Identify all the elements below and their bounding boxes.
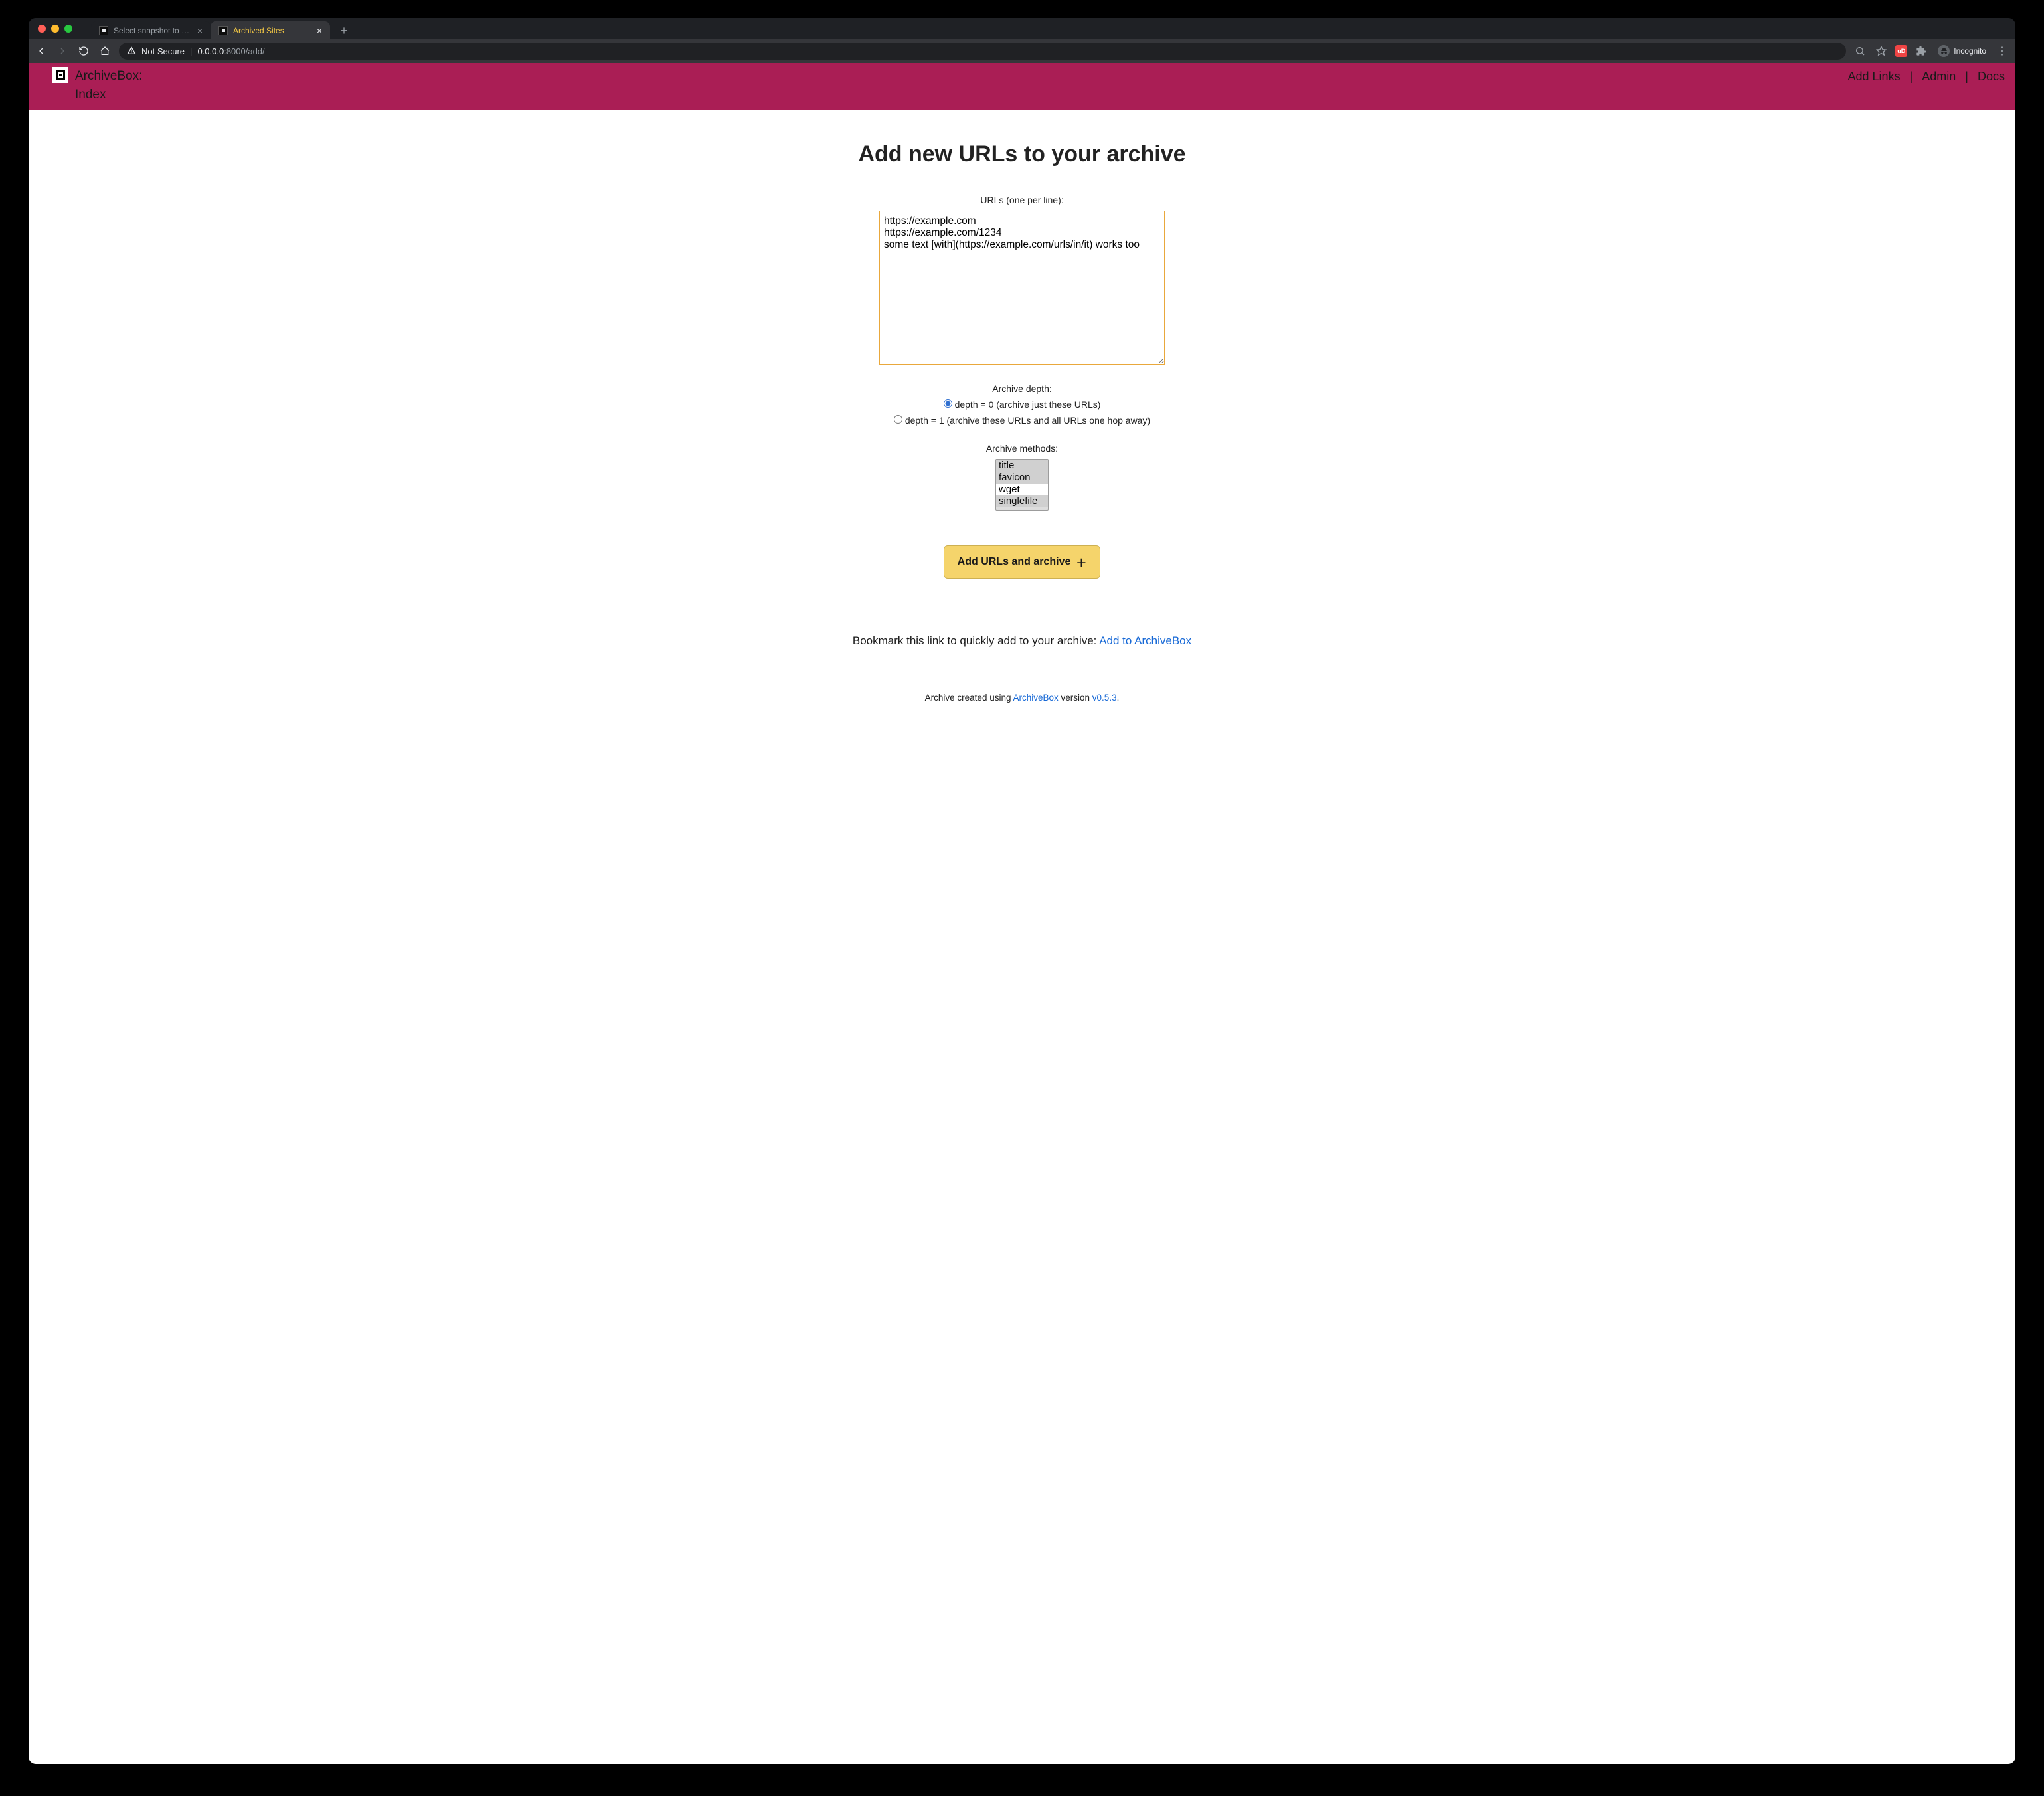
home-button[interactable] (98, 44, 112, 58)
footer-version-link[interactable]: v0.5.3 (1092, 693, 1117, 703)
tab-close-icon[interactable]: × (197, 26, 203, 35)
browser-menu-button[interactable]: ⋮ (1994, 45, 2010, 58)
extension-badge[interactable]: uD (1895, 45, 1907, 57)
method-option: wget (996, 484, 1048, 495)
urls-label: URLs (one per line): (820, 195, 1224, 205)
incognito-icon (1938, 45, 1950, 57)
bookmarklet-link[interactable]: Add to ArchiveBox (1099, 634, 1191, 647)
browser-window: Select snapshot to change | Inc… × Archi… (29, 18, 2015, 1764)
incognito-label: Incognito (1954, 46, 1986, 56)
add-button-label: Add URLs and archive (958, 556, 1071, 568)
brand-line1: ArchiveBox: (75, 67, 142, 86)
app-header: ArchiveBox: Index Add Links | Admin | Do… (29, 63, 2015, 110)
favicon-icon (99, 26, 108, 35)
zoom-icon[interactable] (1853, 44, 1867, 58)
omnibox-divider: | (190, 46, 192, 56)
plus-icon: ＋ (1076, 554, 1086, 570)
depth-radio-1[interactable] (894, 415, 902, 424)
nav-add-links[interactable]: Add Links (1848, 70, 1901, 84)
tab-title: Archived Sites (233, 26, 311, 35)
depth-option-0[interactable]: depth = 0 (archive just these URLs) (820, 399, 1224, 410)
back-button[interactable] (34, 44, 48, 58)
browser-toolbar: Not Secure | 0.0.0.0:8000/add/ uD Incogn… (29, 39, 2015, 63)
titlebar: Select snapshot to change | Inc… × Archi… (29, 18, 2015, 39)
method-option: title (996, 460, 1048, 472)
header-nav: Add Links | Admin | Docs (1848, 67, 2005, 84)
nav-admin[interactable]: Admin (1922, 70, 1956, 84)
extensions-icon[interactable] (1914, 44, 1928, 58)
not-secure-icon (127, 46, 136, 57)
main-content: Add new URLs to your archive URLs (one p… (809, 110, 1235, 725)
forward-button[interactable] (55, 44, 70, 58)
depth-option-1[interactable]: depth = 1 (archive these URLs and all UR… (820, 415, 1224, 426)
reload-button[interactable] (76, 44, 91, 58)
method-option: singlefile (996, 495, 1048, 507)
maximize-window-button[interactable] (64, 25, 72, 33)
url-display: 0.0.0.0:8000/add/ (197, 46, 264, 56)
bookmarklet-hint: Bookmark this link to quickly add to you… (820, 634, 1224, 648)
page-title: Add new URLs to your archive (820, 141, 1224, 168)
incognito-indicator[interactable]: Incognito (1938, 45, 1986, 57)
depth-group: Archive depth: depth = 0 (archive just t… (820, 383, 1224, 426)
depth-label: Archive depth: (820, 383, 1224, 394)
archive-methods-select[interactable]: title favicon wget singlefile (995, 459, 1049, 511)
minimize-window-button[interactable] (51, 25, 59, 33)
brand-line2: Index (75, 86, 142, 104)
bookmark-star-icon[interactable] (1874, 44, 1889, 58)
nav-docs[interactable]: Docs (1978, 70, 2005, 84)
footer: Archive created using ArchiveBox version… (820, 693, 1224, 712)
depth-radio-0[interactable] (944, 399, 952, 408)
tab-strip: Select snapshot to change | Inc… × Archi… (91, 18, 353, 39)
add-urls-button[interactable]: Add URLs and archive ＋ (944, 545, 1101, 579)
methods-label: Archive methods: (820, 443, 1224, 454)
close-window-button[interactable] (38, 25, 46, 33)
tab-active[interactable]: Archived Sites × (211, 21, 330, 39)
window-controls (38, 25, 72, 33)
favicon-icon (218, 26, 228, 35)
new-tab-button[interactable]: + (335, 22, 353, 39)
not-secure-label: Not Secure (141, 46, 185, 56)
address-bar[interactable]: Not Secure | 0.0.0.0:8000/add/ (119, 43, 1846, 60)
archivebox-logo-icon (52, 67, 68, 83)
nav-separator: | (1910, 70, 1913, 84)
app-brand[interactable]: ArchiveBox: Index (75, 67, 142, 104)
urls-textarea[interactable] (879, 211, 1165, 365)
tab-close-icon[interactable]: × (317, 26, 322, 35)
page-viewport: ArchiveBox: Index Add Links | Admin | Do… (29, 63, 2015, 1764)
method-option: favicon (996, 472, 1048, 484)
tab-inactive[interactable]: Select snapshot to change | Inc… × (91, 21, 211, 39)
nav-separator: | (1965, 70, 1968, 84)
footer-project-link[interactable]: ArchiveBox (1013, 693, 1058, 703)
tab-title: Select snapshot to change | Inc… (114, 26, 192, 35)
